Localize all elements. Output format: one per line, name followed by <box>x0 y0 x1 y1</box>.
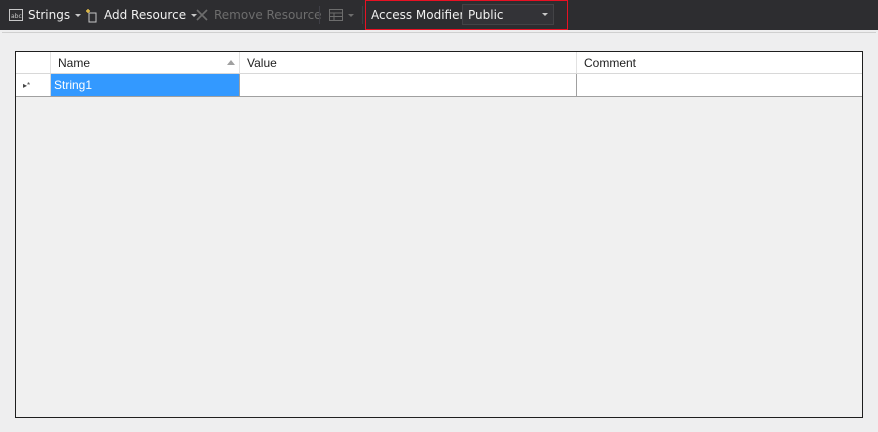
access-modifier-label: Access Modifier: <box>371 0 468 30</box>
add-resource-icon <box>86 8 97 22</box>
cell-value[interactable] <box>240 74 577 96</box>
resource-grid[interactable]: Name Value Comment ▸* String1 <box>15 51 863 418</box>
chevron-down-icon <box>75 14 82 17</box>
add-resource-label: Add Resource <box>104 8 187 22</box>
svg-text:abc: abc <box>11 13 22 20</box>
add-resource-button[interactable]: Add Resource <box>85 0 198 30</box>
remove-icon <box>196 9 208 21</box>
column-header-comment-label: Comment <box>584 55 637 70</box>
column-header-name[interactable]: Name <box>51 52 240 73</box>
strings-dropdown-button[interactable]: abc Strings <box>9 0 82 30</box>
access-modifier-combobox[interactable]: Public <box>462 4 554 25</box>
toolbar-separator <box>319 6 320 24</box>
column-header-value-label: Value <box>247 55 277 70</box>
access-modifier-label-text: Access Modifier: <box>371 8 469 22</box>
chevron-down-icon <box>542 13 548 16</box>
grid-view-icon <box>329 9 343 21</box>
content-divider <box>2 32 876 33</box>
remove-resource-button[interactable]: Remove Resource <box>196 0 322 30</box>
access-modifier-value: Public <box>468 7 504 22</box>
row-header-corner <box>16 52 51 73</box>
sort-ascending-icon <box>227 60 235 65</box>
grid-header: Name Value Comment <box>16 52 862 74</box>
column-header-name-label: Name <box>58 55 91 70</box>
toolbar-separator <box>362 6 363 24</box>
chevron-down-icon <box>348 14 354 17</box>
cell-comment[interactable] <box>577 74 862 96</box>
row-indicator[interactable]: ▸* <box>16 74 51 96</box>
strings-icon: abc <box>9 9 23 21</box>
remove-resource-label: Remove Resource <box>214 8 322 22</box>
strings-label: Strings <box>28 8 71 22</box>
view-dropdown-button[interactable] <box>329 0 354 30</box>
column-header-value[interactable]: Value <box>240 52 577 73</box>
table-row[interactable]: ▸* String1 <box>16 74 862 97</box>
resource-editor-content: Name Value Comment ▸* String1 <box>0 30 878 432</box>
cell-name[interactable]: String1 <box>51 74 240 96</box>
resource-editor-toolbar: abc Strings Add Resource Remove Resource… <box>0 0 878 30</box>
column-header-comment[interactable]: Comment <box>577 52 862 73</box>
